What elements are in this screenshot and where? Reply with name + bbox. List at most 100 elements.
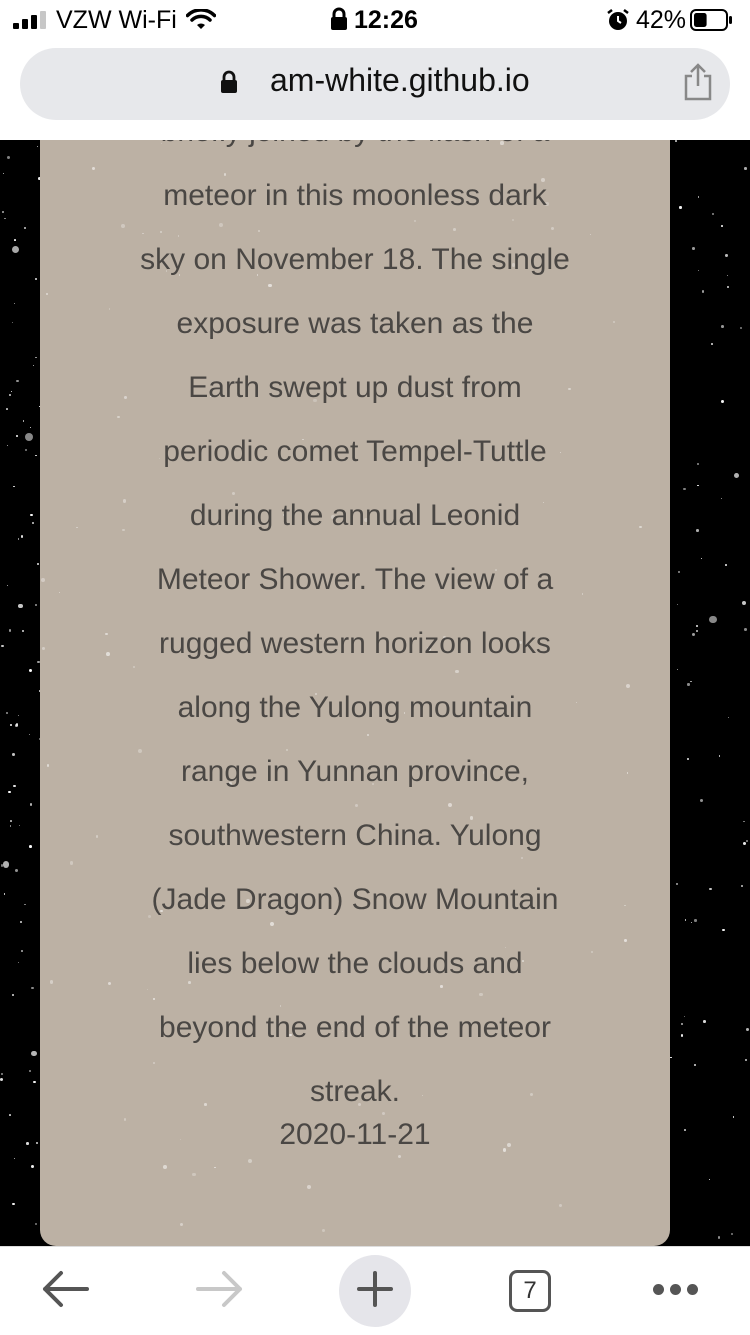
wifi-icon — [185, 8, 217, 38]
star — [745, 1027, 749, 1031]
star — [6, 408, 8, 411]
star — [9, 1114, 12, 1117]
clock: 12:26 — [354, 6, 418, 34]
plus-icon — [357, 1270, 393, 1312]
star — [743, 627, 747, 631]
star — [691, 922, 693, 924]
star — [696, 528, 699, 532]
carrier-label: VZW Wi-Fi — [56, 6, 177, 34]
star — [13, 784, 16, 788]
star — [8, 629, 12, 632]
star — [680, 1023, 683, 1026]
star — [712, 213, 715, 216]
tab-count: 7 — [523, 1277, 537, 1304]
battery-icon — [690, 9, 732, 31]
star — [32, 1080, 36, 1084]
star — [31, 986, 34, 990]
star — [679, 206, 682, 209]
star — [6, 584, 9, 587]
star — [10, 724, 13, 727]
star — [34, 356, 37, 359]
article-line: southwestern China. Yulong — [168, 819, 542, 852]
star — [731, 1232, 734, 1235]
star — [17, 714, 20, 716]
article-line: Meteor Shower. The view of a — [156, 563, 554, 596]
star — [6, 444, 8, 447]
star — [8, 790, 11, 794]
back-button[interactable] — [30, 1247, 100, 1335]
star — [687, 683, 690, 686]
star — [718, 755, 721, 758]
menu-button[interactable] — [640, 1247, 710, 1335]
article-description: briefly joined by the flash of a meteor i… — [40, 140, 670, 1124]
alarm-icon — [606, 8, 630, 39]
signal-icon — [13, 11, 49, 29]
star — [31, 521, 34, 524]
star — [721, 325, 725, 329]
star — [35, 454, 37, 457]
star — [12, 1202, 15, 1205]
star — [3, 861, 10, 868]
star — [248, 1159, 253, 1164]
new-tab-circle — [339, 1255, 411, 1327]
star — [697, 462, 700, 465]
article-line: during the annual Leonid — [189, 499, 521, 532]
star — [721, 497, 723, 499]
star — [9, 825, 12, 827]
forward-button[interactable] — [185, 1247, 255, 1335]
star — [708, 1178, 711, 1180]
status-bar: VZW Wi-Fi 12:26 42% — [0, 0, 750, 40]
back-arrow-icon — [39, 1269, 91, 1314]
star — [742, 601, 747, 606]
article-card: briefly joined by the flash of a meteor i… — [40, 140, 670, 1246]
star — [684, 1015, 686, 1017]
star — [700, 557, 703, 560]
star — [2, 172, 5, 175]
star — [726, 285, 729, 288]
tabs-icon: 7 — [509, 1270, 551, 1312]
star — [686, 758, 690, 761]
article-line: beyond the end of the meteor — [159, 1011, 551, 1044]
star — [30, 426, 32, 428]
article-date: 2020-11-21 — [279, 1118, 431, 1151]
star — [16, 379, 19, 383]
star — [29, 844, 33, 848]
tab-switcher-button[interactable]: 7 — [500, 1247, 560, 1335]
star — [739, 326, 743, 330]
star — [17, 961, 20, 964]
star — [726, 274, 729, 277]
star — [711, 343, 713, 346]
star — [20, 535, 23, 538]
star — [34, 1222, 38, 1226]
star — [19, 825, 21, 827]
star — [12, 752, 16, 756]
article-line: range in Yunnan province, — [180, 755, 530, 788]
star — [732, 1115, 735, 1118]
star — [192, 1172, 196, 1177]
star — [321, 1228, 326, 1233]
star — [14, 1157, 16, 1160]
star — [1, 644, 4, 648]
star — [733, 473, 739, 479]
address-bar[interactable]: am-white.github.io — [20, 48, 730, 120]
star — [725, 254, 728, 257]
star — [31, 1050, 37, 1057]
address-bar-area: am-white.github.io — [0, 40, 750, 140]
star — [675, 140, 677, 142]
star — [703, 1020, 706, 1023]
star — [676, 603, 678, 605]
url-text[interactable]: am-white.github.io — [270, 62, 530, 99]
star — [25, 432, 34, 441]
star — [24, 903, 26, 906]
star — [10, 820, 12, 822]
article-line: periodic comet Tempel-Tuttle — [163, 435, 547, 468]
forward-arrow-icon — [194, 1269, 246, 1314]
star — [398, 1154, 402, 1158]
share-icon[interactable] — [682, 62, 714, 107]
star — [17, 603, 23, 609]
new-tab-button[interactable] — [338, 1247, 412, 1335]
starfield-background: briefly joined by the flash of a meteor i… — [0, 140, 750, 1246]
star — [0, 1072, 4, 1076]
star — [34, 603, 37, 606]
star — [9, 394, 12, 397]
